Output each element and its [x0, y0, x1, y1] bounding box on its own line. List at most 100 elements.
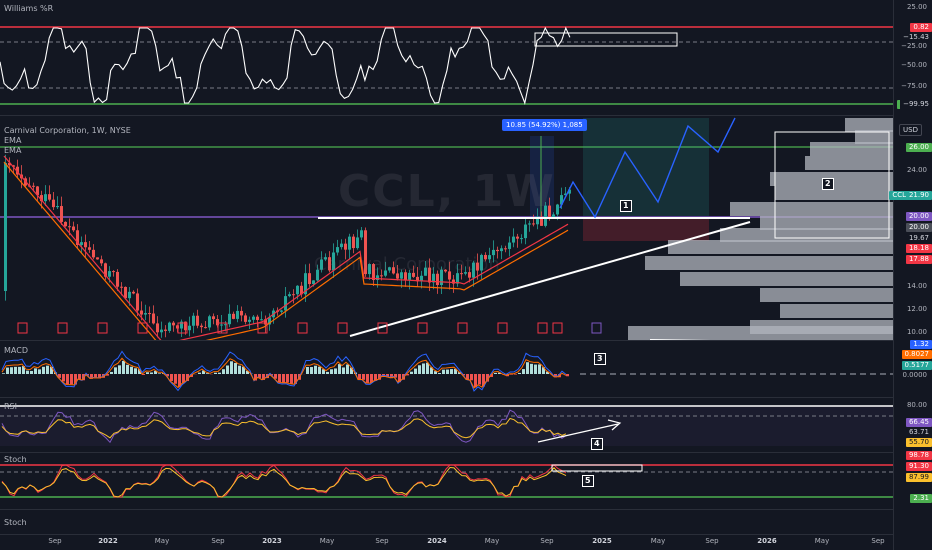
macd-histogram-bar: [514, 374, 517, 375]
stoch-tag-1: 98.78: [905, 451, 932, 460]
macd-histogram-bar: [78, 374, 81, 380]
macd-histogram-bar: [338, 364, 341, 374]
macd-histogram-bar: [158, 373, 161, 374]
annotation-1[interactable]: 1: [620, 200, 632, 212]
candle-body: [4, 162, 7, 291]
price-axis[interactable]: 25.00 0.82 −15.43 −25.00 −50.00 −75.00 −…: [889, 0, 932, 550]
macd-histogram-bar: [30, 370, 33, 374]
macd-histogram-bar: [230, 361, 233, 374]
time-axis-label: Sep: [540, 537, 554, 545]
macd-histogram-bar: [278, 374, 281, 383]
annotation-2[interactable]: 2: [822, 178, 834, 190]
macd-histogram-bar: [222, 369, 225, 374]
volume-profile-bar: [780, 304, 893, 318]
ccl-price-tag: 21.90: [905, 191, 932, 200]
willr-tick: −75.00: [901, 82, 927, 90]
willr-tick: −50.00: [901, 61, 927, 69]
price-tick: 12.00: [906, 305, 927, 313]
time-axis-label: May: [154, 537, 170, 545]
annotation-4[interactable]: 4: [591, 438, 603, 450]
candle-body: [48, 194, 51, 200]
candle-body: [296, 285, 299, 295]
candle-body: [312, 280, 315, 285]
rsi-tag-1: 66.45: [905, 418, 932, 427]
annotation-5[interactable]: 5: [582, 475, 594, 487]
willr-lower-tag: −99.95: [897, 100, 932, 109]
time-axis[interactable]: Sep 2022 May Sep 2023 May Sep 2024 May Sep 2025 May…: [0, 535, 893, 550]
symbol-label[interactable]: Carnival Corporation, 1W, NYSE: [4, 126, 131, 135]
macd-histogram-bar: [314, 365, 317, 374]
time-axis-label: Sep: [375, 537, 389, 545]
volume-profile-bar: [645, 256, 893, 270]
stoch-tag-3: 87.99: [905, 473, 932, 482]
candle-body: [280, 310, 283, 312]
macd-line: [1, 350, 567, 392]
macd-histogram-bar: [522, 369, 525, 374]
stoch-highlight-box: [551, 464, 643, 472]
stop-zone: [583, 217, 709, 241]
candle-body: [196, 315, 199, 326]
time-axis-label: May: [319, 537, 335, 545]
macd-histogram-bar: [346, 364, 349, 374]
candle-body: [352, 236, 355, 249]
candle-body: [528, 223, 531, 225]
volume-profile-bar: [845, 118, 893, 132]
time-axis-label: Sep: [705, 537, 719, 545]
stoch-pane-2[interactable]: Stoch: [0, 510, 893, 534]
ema-label-1[interactable]: EMA: [4, 136, 21, 145]
macd-histogram-bar: [118, 365, 121, 374]
candle-body: [212, 316, 215, 320]
price-tick: 24.00: [906, 166, 927, 174]
macd-tag-3: 0.5177: [901, 361, 932, 370]
candle-body: [168, 322, 171, 331]
macd-histogram-bar: [150, 372, 153, 374]
macd-histogram-bar: [410, 371, 413, 374]
macd-pane[interactable]: MACD 3: [0, 341, 893, 397]
macd-histogram-bar: [326, 371, 329, 374]
earnings-marker: [57, 322, 68, 334]
volume-profile-bar: [730, 202, 893, 216]
time-axis-label: 2024: [427, 537, 447, 545]
williams-r-pane[interactable]: Williams %R: [0, 0, 893, 115]
earnings-marker: [552, 322, 563, 334]
candle-body: [248, 319, 251, 322]
candle-body: [340, 243, 343, 248]
candle-body: [92, 249, 95, 258]
earnings-marker: [497, 322, 508, 334]
stoch-label-2: Stoch: [4, 518, 27, 527]
macd-histogram-bar: [198, 372, 201, 374]
rsi-tag-2: 63.71: [905, 428, 932, 437]
candle-body: [380, 275, 383, 277]
candle-body: [500, 248, 503, 252]
macd-chart: [1, 350, 893, 392]
candle-body: [512, 236, 515, 243]
macd-histogram-bar: [130, 366, 133, 374]
macd-histogram-bar: [70, 374, 73, 385]
candle-body: [288, 294, 291, 297]
candle-body: [360, 230, 363, 238]
macd-histogram-bar: [366, 374, 369, 383]
annotation-3[interactable]: 3: [594, 353, 606, 365]
time-axis-label: Sep: [48, 537, 62, 545]
candle-body: [100, 259, 103, 264]
earnings-marker: [537, 322, 548, 334]
candle-body: [308, 273, 311, 285]
volume-profile-bar: [805, 156, 893, 170]
macd-histogram-bar: [14, 366, 17, 374]
macd-histogram-bar: [342, 367, 345, 374]
candle-body: [56, 206, 59, 208]
company-watermark: Carnival Corporation: [314, 254, 500, 275]
candle-body: [160, 329, 163, 333]
willr-tick: 25.00: [906, 3, 927, 11]
macd-histogram-bar: [110, 371, 113, 374]
ema-label-2[interactable]: EMA: [4, 146, 21, 155]
macd-histogram-bar: [494, 372, 497, 374]
stoch-pane[interactable]: Stoch 5: [0, 453, 893, 509]
measure-label[interactable]: 10.85 (54.92%) 1,085: [502, 119, 587, 131]
price-chart: [0, 117, 893, 340]
price-pane[interactable]: CCL, 1W Carnival Corporation Carnival Co…: [0, 116, 893, 340]
rsi-pane[interactable]: RSI 4: [0, 398, 893, 452]
candle-body: [88, 247, 91, 250]
currency-button[interactable]: USD: [899, 124, 922, 136]
candle-body: [204, 327, 207, 329]
